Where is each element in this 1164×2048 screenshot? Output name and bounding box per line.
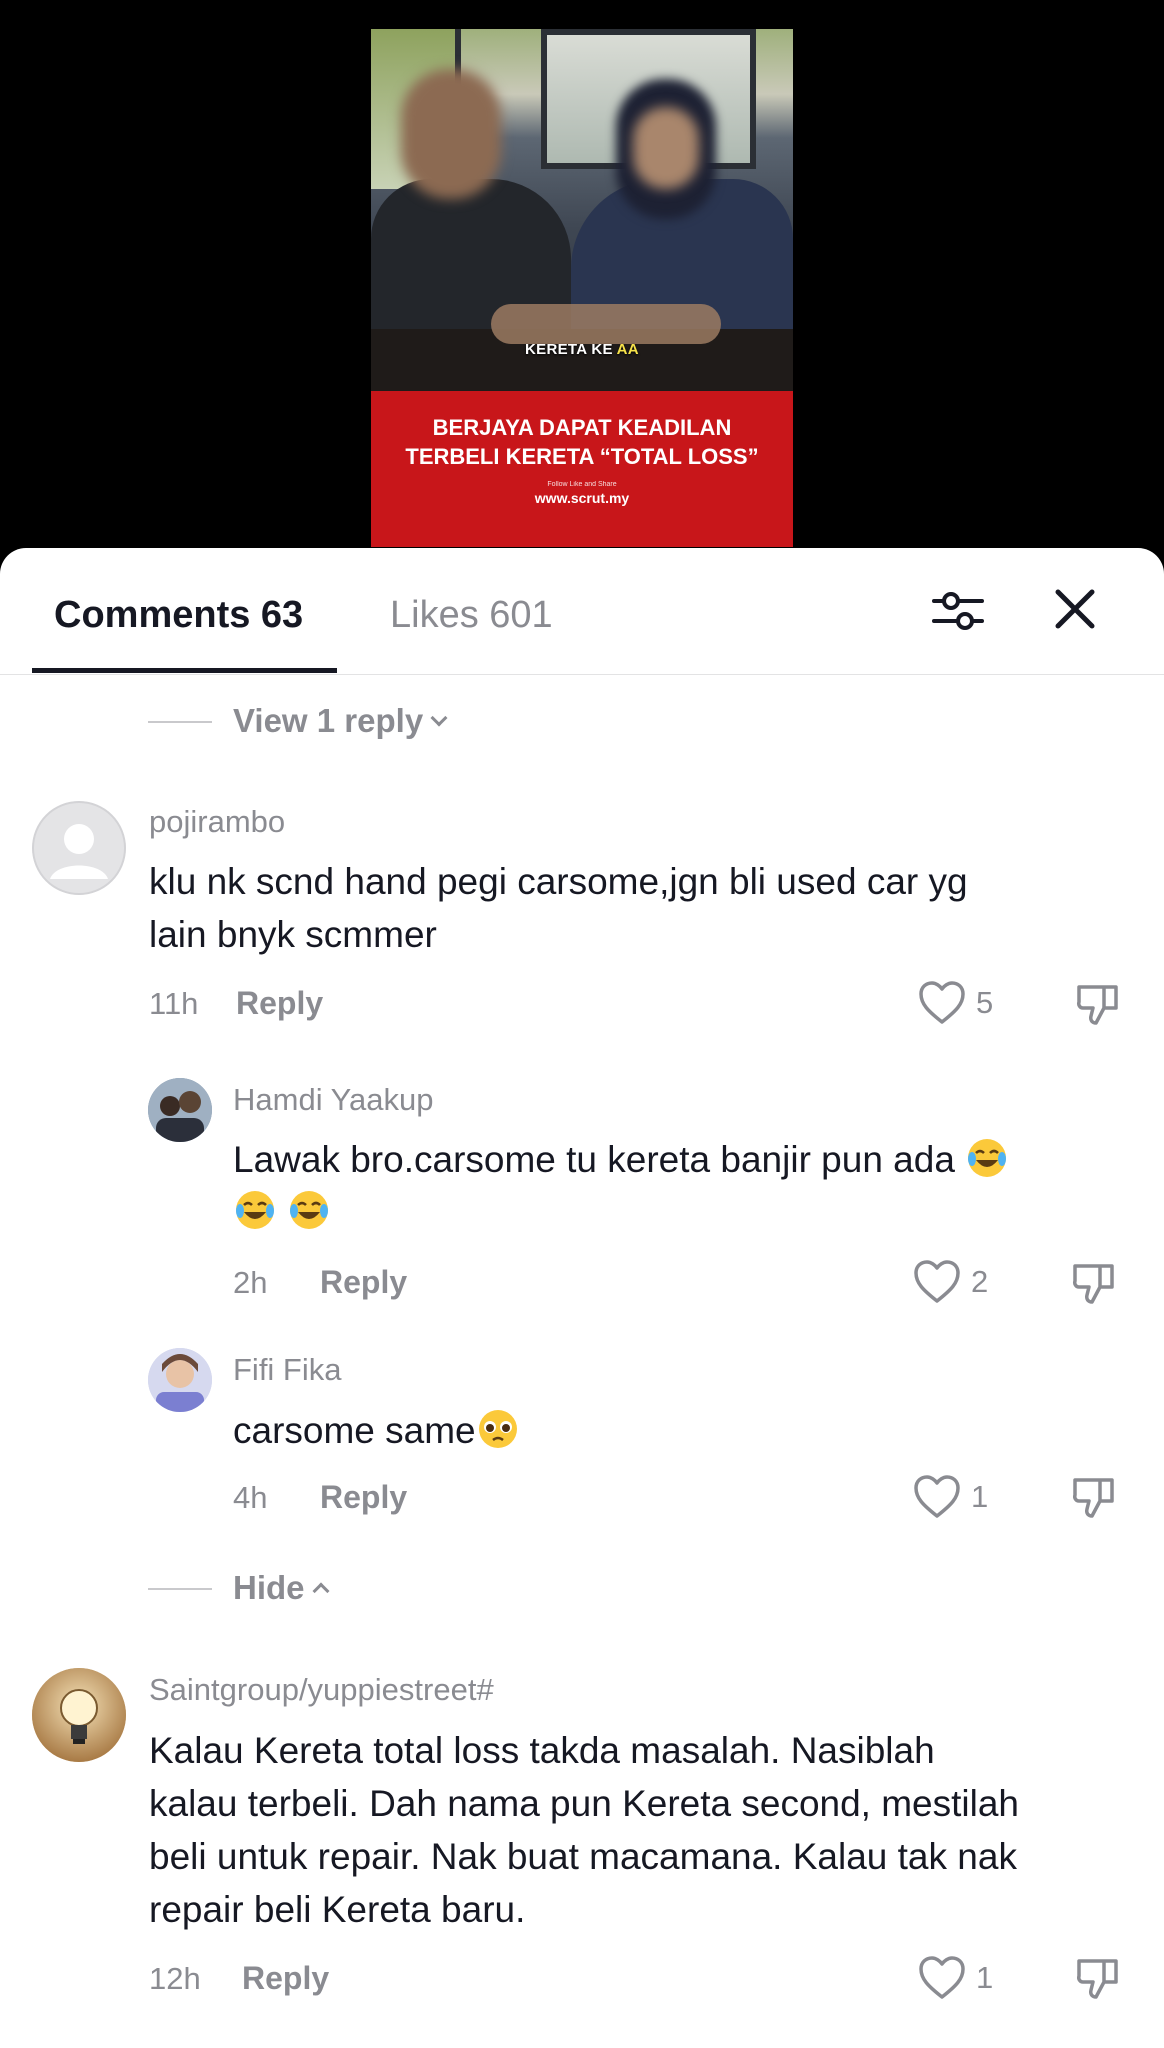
chevron-down-icon [430,709,448,727]
tears-of-joy-emoji [236,1191,274,1229]
emoji-line [233,1185,331,1238]
thread-line [148,721,212,723]
comment-time: 4h [233,1480,268,1515]
dislike-button[interactable] [1070,1472,1118,1520]
heart-icon [914,1475,960,1518]
comment-text: carsome same [233,1410,476,1451]
default-avatar-icon [32,801,126,895]
dislike-icon [1073,1264,1114,1304]
heart-icon [919,981,965,1024]
banner-line-1: BERJAYA DAPAT KEADILAN [432,415,732,440]
avatar-photo [148,1078,212,1142]
banner-line-2: TERBELI KERETA “TOTAL LOSS” [405,444,759,469]
heart-icon [919,1956,965,1999]
comment-time: 12h [149,1961,201,1996]
scene-hands [491,304,721,344]
comment-username[interactable]: Saintgroup/yuppiestreet# [149,1672,494,1708]
tears-of-joy-emoji [968,1139,1007,1177]
reply-button[interactable]: Reply [242,1960,329,1997]
tab-bar: Comments 63 Likes 601 [0,548,1164,675]
close-button[interactable] [1050,584,1100,634]
dislike-button[interactable] [1070,1258,1118,1306]
dislike-icon [1073,1478,1114,1518]
caption-prefix: KERETA KE [525,341,617,358]
tab-comments[interactable]: Comments 63 [54,594,303,637]
tab-likes[interactable]: Likes 601 [390,594,553,637]
comment-text-line: Lawak bro.carsome tu kereta banjir pun a… [233,1133,1009,1186]
view-replies-label: View 1 reply [233,702,424,739]
avatar[interactable] [148,1078,212,1142]
comments-sheet: Comments 63 Likes 601 View 1 reply pojir… [0,548,1164,2048]
avatar[interactable] [32,1668,126,1762]
comment-text-line: Kalau Kereta total loss takda masalah. N… [149,1730,935,1771]
active-tab-indicator [32,668,337,673]
banner-site: www.scrut.my [534,490,630,506]
dislike-button[interactable] [1074,1953,1122,2001]
filter-button[interactable] [930,584,986,638]
comment-text-line: klu nk scnd hand pegi carsome,jgn bli us… [149,861,968,902]
dislike-icon [1077,1959,1118,1999]
blurred-face-left [401,69,501,199]
filter-icon [932,592,984,630]
view-replies-button[interactable]: View 1 reply [233,702,448,740]
video-banner: BERJAYA DAPAT KEADILAN TERBELI KERETA “T… [371,391,793,547]
avatar-photo [148,1348,212,1412]
hide-replies-button[interactable]: Hide [233,1569,330,1607]
banner-small-text: Follow Like and Share [547,481,617,488]
reply-button[interactable]: Reply [320,1479,407,1516]
blurred-face-right [633,107,699,189]
like-button[interactable]: 5 [918,980,993,1026]
comment-username[interactable]: Hamdi Yaakup [233,1082,433,1118]
like-button[interactable]: 1 [913,1474,988,1520]
comment-text-line: kalau terbeli. Dah nama pun Kereta secon… [149,1783,1020,1824]
close-icon [1055,589,1095,629]
video-thumbnail[interactable]: KERETA KE AA BERJAYA DAPAT KEADILAN TERB… [371,29,793,547]
heart-icon [914,1260,960,1303]
avatar[interactable] [148,1348,212,1412]
tears-of-joy-emoji [290,1191,329,1229]
avatar[interactable] [32,801,126,895]
comment-username[interactable]: Fifi Fika [233,1352,342,1388]
comment-time: 2h [233,1265,268,1300]
dislike-button[interactable] [1074,979,1122,1027]
like-button[interactable]: 2 [913,1259,988,1305]
pleading-face-emoji [478,1410,517,1448]
comment-text-line: repair beli Kereta baru. [149,1889,526,1930]
like-count: 2 [971,1264,989,1299]
dislike-icon [1077,985,1118,1025]
comment-text-line: carsome same [233,1404,520,1457]
comment-text-line: lain bnyk scmmer [149,914,437,955]
lightbulb-avatar [32,1668,126,1762]
caption-highlight: AA [616,341,639,358]
thread-line [148,1588,212,1590]
reply-button[interactable]: Reply [320,1264,407,1301]
like-button[interactable]: 1 [918,1955,993,2001]
like-count: 5 [976,985,994,1020]
comment-time: 11h [149,986,199,1021]
comment-text: Lawak bro.carsome tu kereta banjir pun a… [233,1139,955,1180]
chevron-up-icon [312,1582,330,1600]
video-area[interactable]: KERETA KE AA BERJAYA DAPAT KEADILAN TERB… [0,0,1164,560]
like-count: 1 [971,1479,989,1514]
reply-button[interactable]: Reply [236,985,323,1022]
hide-label: Hide [233,1569,305,1606]
comment-text-line: beli untuk repair. Nak buat macamana. Ka… [149,1836,1017,1877]
like-count: 1 [976,1960,994,1995]
comment-username[interactable]: pojirambo [149,804,285,840]
video-caption: KERETA KE AA [371,341,793,358]
